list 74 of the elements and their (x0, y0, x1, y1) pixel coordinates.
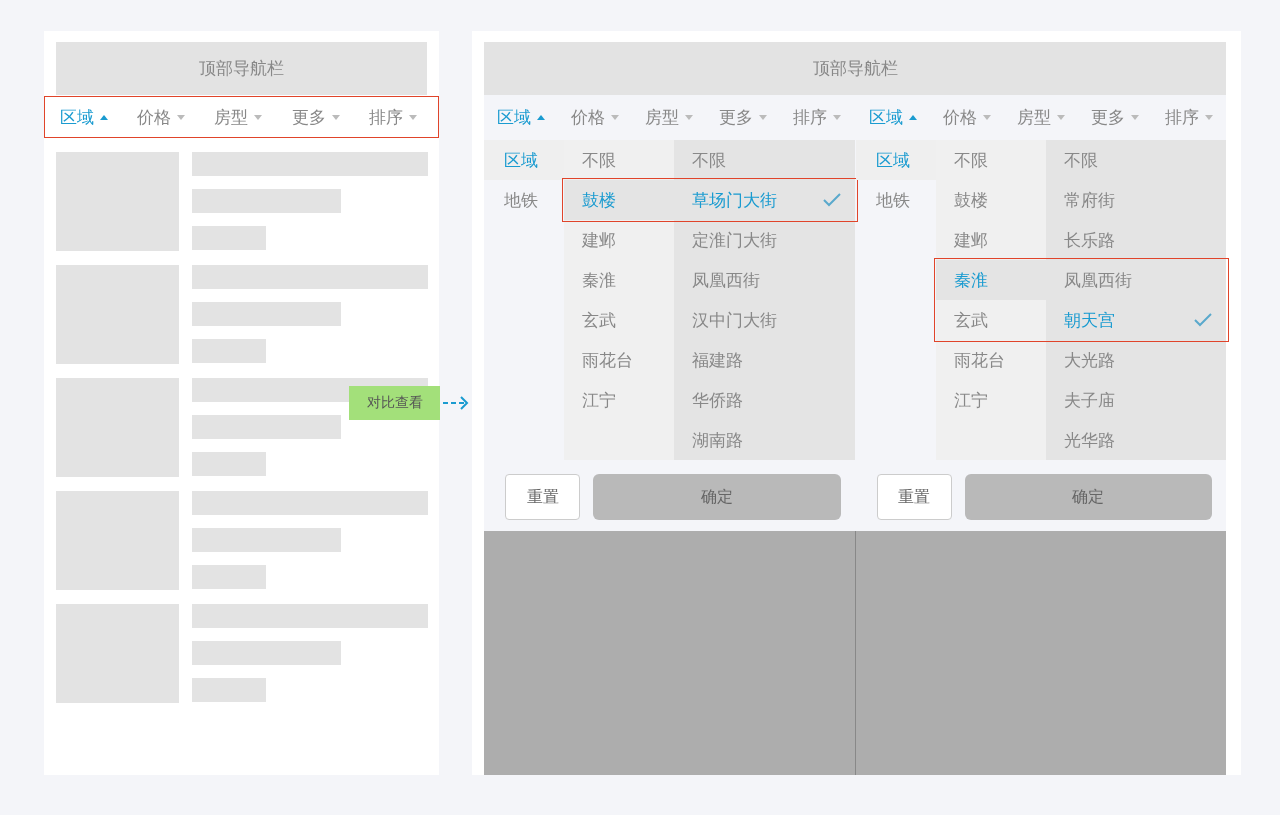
filter-tab[interactable]: 房型 (214, 105, 263, 129)
district-item[interactable]: 江宁 (564, 380, 674, 420)
category-item[interactable]: 区域 (855, 140, 936, 180)
filter-tab[interactable]: 更多 (291, 105, 340, 129)
category-item[interactable]: 地铁 (855, 180, 936, 220)
caret-icon (1130, 115, 1139, 120)
caret-icon (908, 115, 917, 120)
district-item[interactable]: 雨花台 (935, 340, 1046, 380)
street-item[interactable]: 定淮门大街 (674, 220, 855, 260)
caret-icon (331, 114, 340, 120)
street-item[interactable]: 朝天宫 (1045, 300, 1226, 340)
filter-tab[interactable]: 价格 (571, 106, 620, 129)
district-item[interactable]: 建邺 (935, 220, 1046, 260)
street-item[interactable]: 不限 (1045, 140, 1226, 180)
filter-tab[interactable]: 价格 (942, 106, 991, 129)
district-item[interactable]: 秦淮 (564, 260, 674, 300)
street-item[interactable]: 长乐路 (1045, 220, 1226, 260)
caret-icon (409, 114, 418, 120)
confirm-button[interactable]: 确定 (964, 474, 1212, 520)
district-item[interactable]: 鼓楼 (564, 180, 674, 220)
arrow-icon (443, 395, 469, 411)
caret-icon (1204, 115, 1213, 120)
caret-icon (759, 115, 768, 120)
check-icon (822, 193, 841, 207)
check-icon (1194, 313, 1212, 327)
filter-tab[interactable]: 更多 (719, 106, 768, 129)
district-item[interactable]: 建邺 (564, 220, 674, 260)
street-item[interactable]: 凤凰西街 (674, 260, 855, 300)
category-item[interactable]: 区域 (484, 140, 564, 180)
district-item[interactable]: 玄武 (564, 300, 674, 340)
street-item[interactable]: 常府街 (1045, 180, 1226, 220)
filter-tab[interactable]: 房型 (645, 106, 694, 129)
district-item[interactable]: 雨花台 (564, 340, 674, 380)
district-item[interactable]: 玄武 (935, 300, 1046, 340)
street-item[interactable]: 大光路 (1045, 340, 1226, 380)
district-item[interactable]: 秦淮 (935, 260, 1046, 300)
district-item[interactable]: 不限 (564, 140, 674, 180)
street-item[interactable]: 福建路 (674, 340, 855, 380)
caret-icon (254, 114, 263, 120)
filter-tab[interactable]: 排序 (1164, 106, 1213, 129)
caret-icon (982, 115, 991, 120)
caret-icon (537, 115, 546, 120)
street-item[interactable]: 光华路 (1045, 420, 1226, 460)
reset-button[interactable]: 重置 (505, 474, 580, 520)
caret-icon (1056, 115, 1065, 120)
filter-tab[interactable]: 价格 (137, 105, 186, 129)
nav-title: 顶部导航栏 (199, 57, 284, 80)
filter-tab[interactable]: 区域 (59, 105, 108, 129)
caret-icon (611, 115, 620, 120)
reset-button[interactable]: 重置 (876, 474, 952, 520)
street-item[interactable]: 不限 (674, 140, 855, 180)
street-item[interactable]: 汉中门大街 (674, 300, 855, 340)
compare-label: 对比查看 (349, 386, 440, 420)
street-item[interactable]: 凤凰西街 (1045, 260, 1226, 300)
street-item[interactable]: 华侨路 (674, 380, 855, 420)
filter-tab[interactable]: 排序 (793, 106, 842, 129)
caret-icon (685, 115, 694, 120)
caret-icon (177, 114, 186, 120)
district-item[interactable]: 江宁 (935, 380, 1046, 420)
filter-tab[interactable]: 区域 (868, 106, 917, 129)
filter-tab[interactable]: 排序 (369, 105, 418, 129)
street-item[interactable]: 湖南路 (674, 420, 855, 460)
caret-icon (833, 115, 842, 120)
district-item[interactable]: 不限 (935, 140, 1046, 180)
street-item[interactable]: 夫子庙 (1045, 380, 1226, 420)
confirm-button[interactable]: 确定 (593, 474, 841, 520)
district-item[interactable]: 鼓楼 (935, 180, 1046, 220)
filter-tab[interactable]: 更多 (1090, 106, 1139, 129)
nav-title: 顶部导航栏 (812, 57, 898, 80)
filter-tab[interactable]: 区域 (497, 106, 546, 129)
filter-tab[interactable]: 房型 (1016, 106, 1065, 129)
street-item[interactable]: 草场门大街 (674, 180, 855, 220)
category-item[interactable]: 地铁 (484, 180, 564, 220)
caret-icon (99, 114, 108, 120)
